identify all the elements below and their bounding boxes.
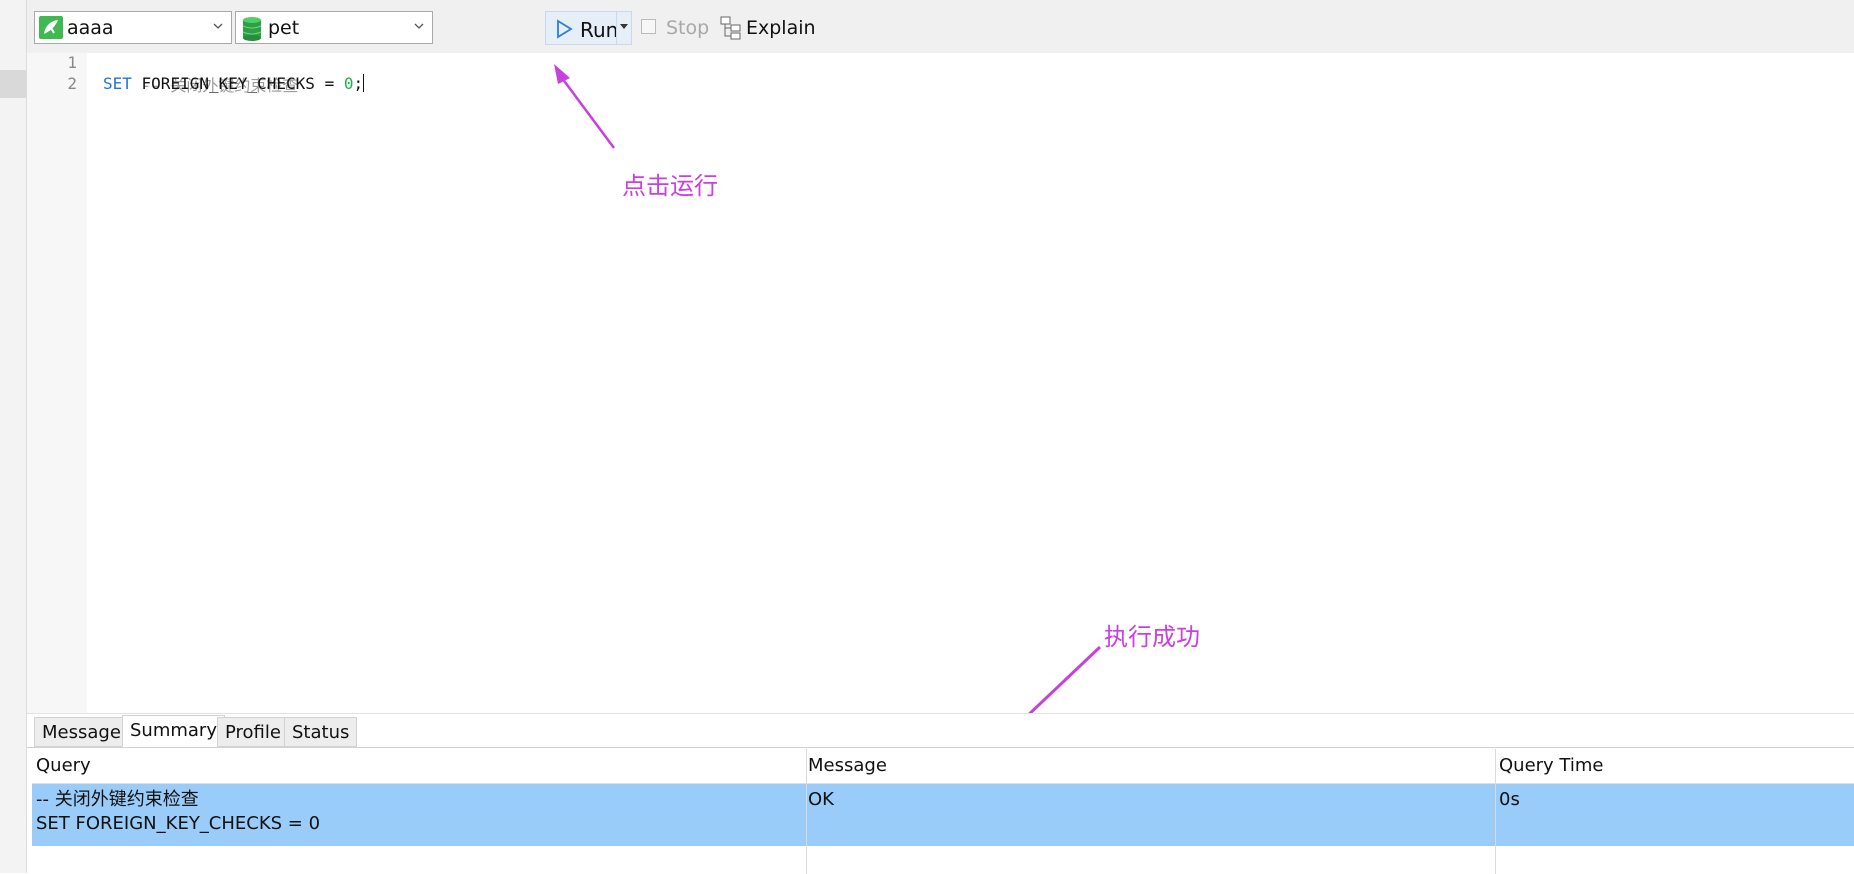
table-row[interactable]: -- 关闭外键约束检查 SET FOREIGN_KEY_CHECKS = 0 O…: [32, 784, 1854, 846]
database-select[interactable]: pet: [235, 11, 433, 44]
run-label: Run: [580, 18, 619, 42]
results-panel: Message Summary Profile Status Query Mes…: [27, 713, 1854, 874]
query-toolbar: aaaa pet Run Stop Explain: [27, 0, 1854, 54]
run-button[interactable]: Run: [545, 11, 632, 45]
connection-icon: [39, 16, 63, 39]
annotation-success-hint: 执行成功: [1104, 623, 1200, 651]
explain-label: Explain: [746, 17, 816, 39]
column-header-query-time[interactable]: Query Time: [1499, 755, 1603, 776]
message-cell: OK: [808, 789, 834, 810]
stop-icon: [641, 19, 656, 34]
database-value: pet: [268, 17, 300, 39]
results-header-row: Query Message Query Time: [32, 749, 1854, 784]
tab-summary[interactable]: Summary: [122, 715, 225, 747]
sql-keyword: SET: [103, 74, 132, 93]
text-caret: [363, 74, 365, 92]
column-header-message[interactable]: Message: [808, 755, 887, 776]
caret-down-icon: [620, 24, 628, 29]
sql-terminator: ;: [353, 74, 364, 93]
connection-value: aaaa: [67, 17, 114, 39]
query-cell-line1: -- 关闭外键约束检查: [36, 789, 199, 810]
query-time-cell: 0s: [1499, 789, 1520, 810]
sql-text: FOREIGN_KEY_CHECKS =: [131, 74, 344, 93]
line-number: 2: [67, 74, 77, 93]
database-icon: [242, 17, 262, 41]
query-cell-line2: SET FOREIGN_KEY_CHECKS = 0: [36, 813, 321, 834]
chevron-down-icon: [213, 23, 223, 29]
code-line: SET FOREIGN_KEY_CHECKS = 0;: [103, 74, 365, 93]
run-dropdown-button[interactable]: [616, 12, 631, 44]
line-number: 1: [67, 53, 77, 72]
column-divider[interactable]: [806, 749, 807, 874]
tab-message[interactable]: Message: [34, 717, 129, 747]
left-sidebar-strip: [0, 0, 27, 873]
play-icon: [557, 19, 573, 39]
explain-tree-icon: [720, 16, 741, 40]
sql-editor[interactable]: 1 2 -- 关闭外键约束检查 SET FOREIGN_KEY_CHECKS =…: [27, 53, 1854, 713]
tab-status[interactable]: Status: [284, 717, 358, 747]
line-number-gutter: 1 2: [27, 53, 87, 713]
tab-divider: [27, 747, 1854, 748]
sidebar-selection-marker: [0, 70, 26, 98]
tab-profile[interactable]: Profile: [217, 717, 289, 747]
annotation-run-hint: 点击运行: [622, 172, 718, 200]
column-divider[interactable]: [1495, 749, 1496, 874]
column-header-query[interactable]: Query: [36, 755, 91, 776]
chevron-down-icon: [414, 23, 424, 29]
connection-select[interactable]: aaaa: [34, 11, 232, 44]
stop-label: Stop: [666, 17, 710, 39]
